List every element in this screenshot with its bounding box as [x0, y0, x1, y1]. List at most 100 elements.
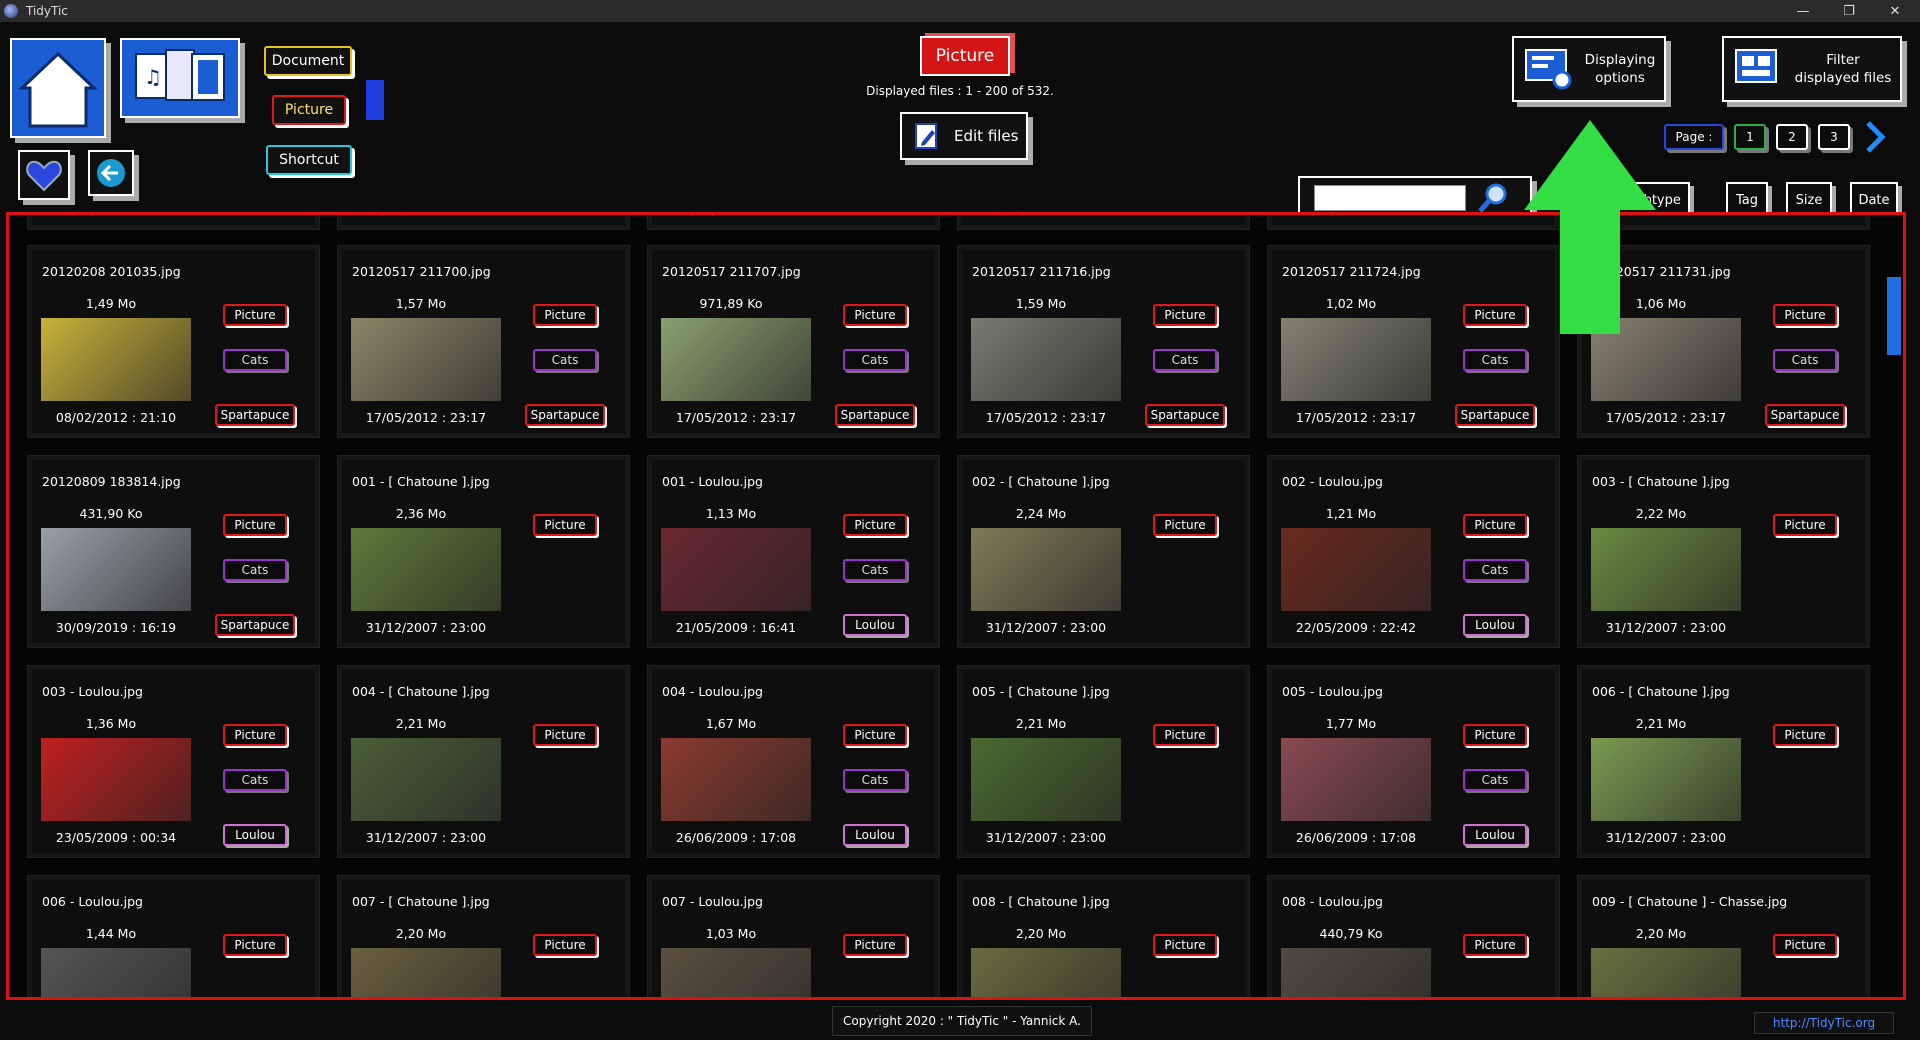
file-thumbnail[interactable] [1281, 318, 1431, 401]
file-thumbnail[interactable] [661, 318, 811, 401]
file-thumbnail[interactable] [41, 318, 191, 401]
page-3-button[interactable]: 3 [1818, 124, 1850, 150]
file-card[interactable]: 004 - Loulou.jpg 1,67 Mo 26/06/2009 : 17:0… [647, 665, 940, 858]
tag-cats[interactable]: Cats [223, 349, 287, 371]
file-card[interactable]: 20120517 211724.jpg 1,02 Mo 17/05/2012 : 2… [1267, 245, 1560, 438]
minimize-button[interactable]: — [1780, 0, 1826, 22]
file-card[interactable]: 002 - Loulou.jpg 1,21 Mo 22/05/2009 : 22:4… [1267, 455, 1560, 648]
tag-spartapuce[interactable]: Spartapuce [835, 404, 915, 426]
file-card[interactable]: 20120208 201035.jpg 1,49 Mo 08/02/2012 : 2… [27, 245, 320, 438]
tag-loulou[interactable]: Loulou [843, 614, 907, 636]
tag-picture[interactable]: Picture [1463, 304, 1527, 326]
file-card[interactable]: 003 - Loulou.jpg 1,36 Mo 23/05/2009 : 00:3… [27, 665, 320, 858]
file-card[interactable]: 008 - Loulou.jpg 440,79 Ko Picture [1267, 875, 1560, 997]
file-card-partial[interactable]: 02/02/2012 : 13:27 [1267, 215, 1560, 230]
file-thumbnail[interactable] [1281, 738, 1431, 821]
file-card[interactable]: 20120517 211707.jpg 971,89 Ko 17/05/2012 :… [647, 245, 940, 438]
file-card-partial[interactable]: 18/08/2011 : 19:27 [27, 215, 320, 230]
website-link[interactable]: http://TidyTic.org [1754, 1012, 1894, 1034]
tag-spartapuce[interactable]: Spartapuce [1765, 404, 1845, 426]
page-2-button[interactable]: 2 [1776, 124, 1808, 150]
file-thumbnail[interactable] [351, 528, 501, 611]
file-thumbnail[interactable] [41, 528, 191, 611]
tag-cats[interactable]: Cats [1463, 769, 1527, 791]
tag-loulou[interactable]: Loulou [1463, 614, 1527, 636]
tag-picture[interactable]: Picture [223, 304, 287, 326]
tag-cats[interactable]: Cats [1773, 349, 1837, 371]
file-card-partial[interactable]: 18/08/2011 : 19:27 [337, 215, 630, 230]
file-card-partial[interactable]: 29/01/2012 : 09:30 [957, 215, 1250, 230]
file-thumbnail[interactable] [971, 738, 1121, 821]
file-card[interactable]: 004 - [ Chatoune ].jpg 2,21 Mo 31/12/2007 … [337, 665, 630, 858]
favorites-button[interactable] [18, 150, 70, 200]
type-picture-button[interactable]: Picture [272, 95, 346, 125]
file-thumbnail[interactable] [661, 948, 811, 997]
tag-loulou[interactable]: Loulou [1463, 824, 1527, 846]
file-thumbnail[interactable] [351, 318, 501, 401]
tag-picture[interactable]: Picture [223, 724, 287, 746]
tag-cats[interactable]: Cats [223, 769, 287, 791]
tag-picture[interactable]: Picture [1773, 934, 1837, 956]
file-card[interactable]: 005 - Loulou.jpg 1,77 Mo 26/06/2009 : 17:0… [1267, 665, 1560, 858]
tag-picture[interactable]: Picture [843, 514, 907, 536]
tag-picture[interactable]: Picture [843, 724, 907, 746]
tag-picture[interactable]: Picture [533, 304, 597, 326]
file-card[interactable]: 008 - [ Chatoune ].jpg 2,20 Mo Picture [957, 875, 1250, 997]
tag-cats[interactable]: Cats [843, 559, 907, 581]
file-card[interactable]: 002 - [ Chatoune ].jpg 2,24 Mo 31/12/2007 … [957, 455, 1250, 648]
file-thumbnail[interactable] [661, 738, 811, 821]
file-thumbnail[interactable] [1591, 738, 1741, 821]
file-card-partial[interactable]: 29/01/2012 : 09:30 [647, 215, 940, 230]
file-thumbnail[interactable] [1591, 528, 1741, 611]
media-library-button[interactable]: ♫ [120, 38, 240, 118]
search-input[interactable] [1314, 185, 1466, 211]
restore-button[interactable]: ❐ [1826, 0, 1872, 22]
file-thumbnail[interactable] [661, 528, 811, 611]
tag-cats[interactable]: Cats [843, 349, 907, 371]
tag-picture[interactable]: Picture [533, 934, 597, 956]
tag-picture[interactable]: Picture [1153, 514, 1217, 536]
file-thumbnail[interactable] [1591, 948, 1741, 997]
tag-picture[interactable]: Picture [1773, 304, 1837, 326]
file-thumbnail[interactable] [1281, 528, 1431, 611]
displaying-options-button[interactable]: Displaying options [1512, 36, 1666, 102]
tag-loulou[interactable]: Loulou [223, 824, 287, 846]
tag-picture[interactable]: Picture [1463, 514, 1527, 536]
magnifier-icon[interactable] [1476, 180, 1512, 216]
tag-cats[interactable]: Cats [843, 769, 907, 791]
file-card[interactable]: 20120517 211716.jpg 1,59 Mo 17/05/2012 : 2… [957, 245, 1250, 438]
tag-cats[interactable]: Cats [533, 349, 597, 371]
file-card[interactable]: 009 - [ Chatoune ] - Chasse.jpg 2,20 Mo Pi… [1577, 875, 1870, 997]
tag-picture[interactable]: Picture [1463, 724, 1527, 746]
file-card[interactable]: 003 - [ Chatoune ].jpg 2,22 Mo 31/12/2007 … [1577, 455, 1870, 648]
file-card[interactable]: 001 - [ Chatoune ].jpg 2,36 Mo 31/12/2007 … [337, 455, 630, 648]
file-card[interactable]: 20120809 183814.jpg 431,90 Ko 30/09/2019 :… [27, 455, 320, 648]
tag-picture[interactable]: Picture [533, 514, 597, 536]
tag-loulou[interactable]: Loulou [843, 824, 907, 846]
tag-picture[interactable]: Picture [1773, 724, 1837, 746]
file-card[interactable]: 007 - [ Chatoune ].jpg 2,20 Mo Picture [337, 875, 630, 997]
file-card[interactable]: 007 - Loulou.jpg 1,03 Mo Picture [647, 875, 940, 997]
tag-spartapuce[interactable]: Spartapuce [1145, 404, 1225, 426]
edit-files-button[interactable]: Edit files [900, 112, 1028, 160]
page-1-button[interactable]: 1 [1734, 124, 1766, 150]
home-button[interactable] [10, 38, 106, 138]
tag-cats[interactable]: Cats [1153, 349, 1217, 371]
type-document-button[interactable]: Document [264, 46, 352, 76]
tag-spartapuce[interactable]: Spartapuce [215, 614, 295, 636]
scrollbar-thumb[interactable] [1887, 277, 1901, 355]
file-card[interactable]: 20120517 211700.jpg 1,57 Mo 17/05/2012 : 2… [337, 245, 630, 438]
tag-picture[interactable]: Picture [223, 934, 287, 956]
filter-displayed-files-button[interactable]: Filter displayed files [1722, 36, 1902, 102]
file-thumbnail[interactable] [1281, 948, 1431, 997]
tag-picture[interactable]: Picture [1153, 304, 1217, 326]
tag-picture[interactable]: Picture [1153, 724, 1217, 746]
tag-picture[interactable]: Picture [1153, 934, 1217, 956]
file-thumbnail[interactable] [351, 948, 501, 997]
file-thumbnail[interactable] [971, 318, 1121, 401]
tag-cats[interactable]: Cats [1463, 349, 1527, 371]
file-card[interactable]: 006 - [ Chatoune ].jpg 2,21 Mo 31/12/2007 … [1577, 665, 1870, 858]
file-thumbnail[interactable] [971, 948, 1121, 997]
tag-cats[interactable]: Cats [223, 559, 287, 581]
file-thumbnail[interactable] [41, 948, 191, 997]
